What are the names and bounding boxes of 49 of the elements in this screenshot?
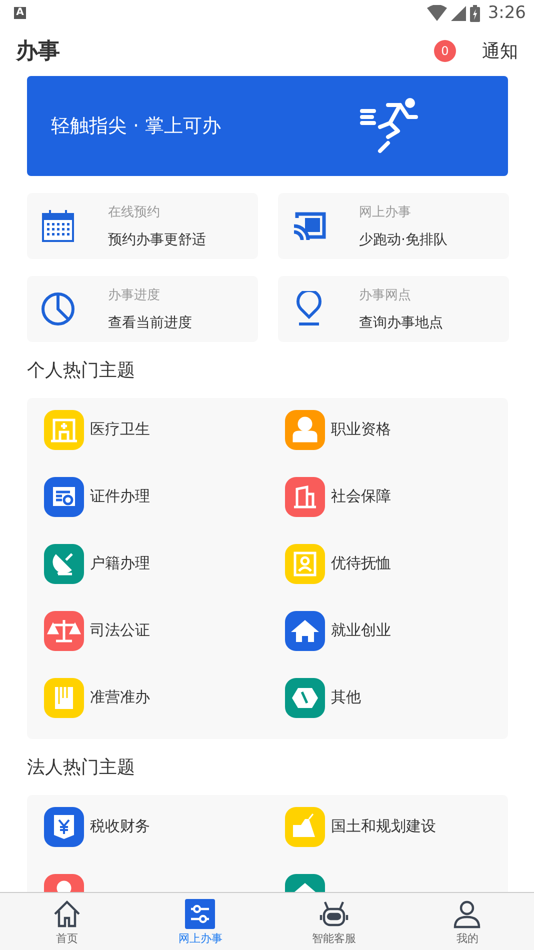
- clock-time: 3:26: [488, 3, 526, 23]
- topic-label: 优待抚恤: [331, 554, 391, 573]
- notice-link[interactable]: 通知: [482, 39, 518, 63]
- service-title: 办事网点: [359, 287, 412, 304]
- service-subtitle: 查看当前进度: [108, 314, 192, 332]
- service-title: 在线预约: [108, 204, 161, 221]
- service-subtitle: 少跑动·免排队: [359, 231, 448, 249]
- topic-label: 司法公证: [90, 621, 150, 640]
- person-icon: [452, 899, 482, 929]
- calendar-icon: [40, 208, 76, 244]
- topic-label: 医疗卫生: [90, 420, 150, 439]
- runner-icon: [360, 97, 418, 155]
- tab[interactable]: 首页: [0, 893, 134, 950]
- banner[interactable]: 轻触指尖 · 掌上可办: [27, 76, 508, 176]
- tab[interactable]: 智能客服: [267, 893, 400, 950]
- home-icon: [52, 899, 82, 929]
- service-card[interactable]: 网上办事 少跑动·免排队: [278, 193, 509, 259]
- service-subtitle: 预约办事更舒适: [108, 231, 206, 249]
- signal-icon: [450, 6, 466, 20]
- topic-label: 职业资格: [331, 420, 391, 439]
- topic-label: 税收财务: [90, 817, 150, 836]
- topic-label: 就业创业: [331, 621, 391, 640]
- topic-label: 社会保障: [331, 487, 391, 506]
- section-title: 个人热门主题: [27, 359, 136, 382]
- service-title: 办事进度: [108, 287, 161, 304]
- topic-item[interactable]: 国土和规划建设: [268, 793, 508, 866]
- clock-icon: [40, 291, 76, 327]
- page-title: 办事: [16, 38, 60, 66]
- battery-icon: [470, 4, 480, 22]
- robot-icon: [318, 899, 349, 929]
- service-card[interactable]: 办事进度 查看当前进度: [27, 276, 258, 342]
- notification-icon: A: [14, 7, 26, 19]
- service-subtitle: 查询办事地点: [359, 314, 443, 332]
- service-card[interactable]: 在线预约 预约办事更舒适: [27, 193, 258, 259]
- wifi-icon: [426, 5, 447, 21]
- sliders-icon: [185, 899, 216, 929]
- tab[interactable]: 我的: [400, 893, 534, 950]
- service-title: 网上办事: [359, 204, 412, 221]
- topic-label: 户籍办理: [90, 554, 150, 573]
- notification-count: 0: [434, 40, 456, 62]
- topic-label: 证件办理: [90, 487, 150, 506]
- topic-label: 国土和规划建设: [331, 817, 436, 836]
- tab[interactable]: 网上办事: [134, 893, 267, 950]
- topic-label: 其他: [331, 688, 361, 707]
- section-title: 法人热门主题: [27, 756, 136, 779]
- topic-label: 准营准办: [90, 688, 150, 707]
- service-card[interactable]: 办事网点 查询办事地点: [278, 276, 509, 342]
- topic-item[interactable]: 税收财务: [27, 793, 268, 866]
- banner-text: 轻触指尖 · 掌上可办: [51, 114, 222, 139]
